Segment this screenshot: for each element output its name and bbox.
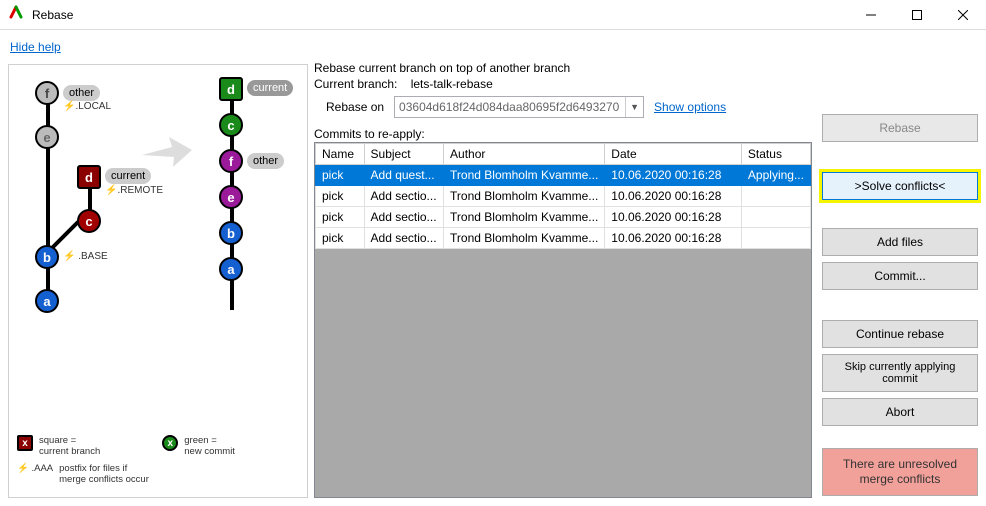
rebase-on-combo[interactable]: ▼ [394,96,644,118]
col-author[interactable]: Author [444,144,605,165]
rebase-button[interactable]: Rebase [822,114,978,142]
node-f2: f [219,149,243,173]
app-icon [8,4,24,25]
continue-rebase-button[interactable]: Continue rebase [822,320,978,348]
skip-button[interactable]: Skip currently applying commit [822,354,978,392]
node-a2: a [219,257,243,281]
node-b2: b [219,221,243,245]
info-line1: Rebase current branch on top of another … [314,60,812,76]
help-graph-panel: f other ⚡.LOCAL e d current ⚡.REMOTE c b… [8,64,308,498]
label-other2: other [247,153,284,169]
legend-postfix: postfix for files if merge conflicts occ… [59,463,149,485]
window-title: Rebase [32,8,73,22]
label-remote: ⚡.REMOTE [105,185,163,196]
col-status[interactable]: Status [741,144,810,165]
legend-green-icon: x [162,435,178,451]
node-e2: e [219,185,243,209]
node-c2: c [219,113,243,137]
col-date[interactable]: Date [605,144,742,165]
add-files-button[interactable]: Add files [822,228,978,256]
commits-table[interactable]: Name Subject Author Date Status pick Add… [315,143,811,249]
legend: x square = current branch x green = new … [17,435,299,489]
commits-label: Commits to re-apply: [314,126,812,142]
minimize-button[interactable] [848,0,894,30]
legend-aaa: ⚡ .AAA [17,463,53,474]
node-f: f [35,81,59,105]
center-panel: Rebase current branch on top of another … [312,58,818,506]
show-options-link[interactable]: Show options [654,100,726,114]
node-c: c [77,209,101,233]
commits-table-wrap: Name Subject Author Date Status pick Add… [314,142,812,498]
node-e: e [35,125,59,149]
col-name[interactable]: Name [316,144,365,165]
legend-square-icon: x [17,435,33,451]
table-row[interactable]: pick Add sectio... Trond Blomholm Kvamme… [316,186,811,207]
abort-button[interactable]: Abort [822,398,978,426]
arrow-icon [137,125,197,175]
node-d: d [77,165,101,189]
label-local: ⚡.LOCAL [63,101,111,112]
label-current2: current [247,80,293,96]
current-branch-label: Current branch: [314,77,397,91]
close-button[interactable] [940,0,986,30]
legend-green-text: green = new commit [184,435,235,457]
label-base: ⚡ .BASE [63,251,108,262]
conflict-message: There are unresolved merge conflicts [822,448,978,496]
table-row[interactable]: pick Add quest... Trond Blomholm Kvamme.… [316,165,811,186]
rebase-on-input[interactable] [395,100,625,114]
node-d2: d [219,77,243,101]
hide-help-link[interactable]: Hide help [10,40,61,54]
node-a: a [35,289,59,313]
solve-conflicts-button[interactable]: >Solve conflicts< [822,172,978,200]
legend-square-text: square = current branch [39,435,100,457]
chevron-down-icon[interactable]: ▼ [625,97,643,117]
table-row[interactable]: pick Add sectio... Trond Blomholm Kvamme… [316,228,811,249]
label-other: other [63,85,100,101]
current-branch-value: lets-talk-rebase [411,77,493,91]
col-subject[interactable]: Subject [364,144,444,165]
titlebar: Rebase [0,0,986,30]
table-row[interactable]: pick Add sectio... Trond Blomholm Kvamme… [316,207,811,228]
rebase-on-label: Rebase on [326,100,384,114]
action-panel: Rebase >Solve conflicts< Add files Commi… [818,58,986,506]
commit-button[interactable]: Commit... [822,262,978,290]
node-b: b [35,245,59,269]
maximize-button[interactable] [894,0,940,30]
